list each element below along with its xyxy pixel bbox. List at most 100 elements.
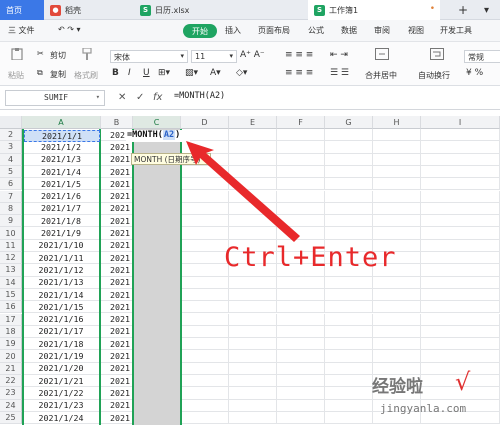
cell-empty[interactable]	[325, 362, 373, 375]
new-tab-plus-icon[interactable]: +	[452, 0, 472, 20]
font-grow-icon[interactable]: A⁺ A⁻	[240, 50, 265, 60]
cell-empty[interactable]	[421, 264, 500, 277]
cell-empty[interactable]	[325, 338, 373, 351]
row-header[interactable]: 5	[0, 165, 22, 179]
cut-button[interactable]: 剪切	[50, 50, 66, 61]
cell-empty[interactable]	[181, 178, 229, 191]
cell-empty[interactable]	[181, 215, 229, 228]
menu-formulas[interactable]: 公式	[308, 25, 324, 36]
cell-empty[interactable]	[325, 153, 373, 166]
cell-empty[interactable]	[181, 313, 229, 326]
cell-year[interactable]: 2021	[101, 153, 133, 166]
cell-year[interactable]: 2021	[101, 375, 133, 388]
cell-year[interactable]: 2021	[101, 239, 133, 252]
cell-empty[interactable]	[325, 399, 373, 412]
row-header[interactable]: 3	[0, 141, 22, 154]
row-header[interactable]: 10	[0, 227, 22, 240]
row-header[interactable]: 12	[0, 252, 22, 265]
cell-empty[interactable]	[373, 276, 421, 289]
format-painter-label[interactable]: 格式刷	[74, 70, 98, 81]
row-header[interactable]: 4	[0, 153, 22, 166]
cell-empty[interactable]	[229, 362, 277, 375]
cell-empty[interactable]	[277, 362, 325, 375]
formula-input[interactable]: =MONTH(A2)	[174, 91, 225, 101]
cell-empty[interactable]	[229, 276, 277, 289]
cell-empty[interactable]	[277, 141, 325, 154]
cell-empty[interactable]	[277, 227, 325, 240]
cell-empty[interactable]	[277, 313, 325, 326]
cancel-icon[interactable]: ✕	[118, 92, 126, 103]
menu-file[interactable]: 三 文件	[8, 25, 35, 36]
row-header[interactable]: 9	[0, 215, 22, 228]
cell-empty[interactable]	[229, 399, 277, 412]
cell-empty[interactable]	[373, 202, 421, 216]
cell-empty[interactable]	[229, 301, 277, 314]
tab-home[interactable]: 首页	[0, 0, 44, 20]
cell-empty[interactable]	[181, 301, 229, 314]
undo-icon[interactable]: ↶ ↷ ▾	[58, 25, 81, 34]
cell-empty[interactable]	[421, 153, 500, 166]
cell-empty[interactable]	[229, 375, 277, 388]
merge-center-icon[interactable]	[375, 48, 389, 60]
cell-empty[interactable]	[229, 325, 277, 339]
row-header[interactable]: 24	[0, 399, 22, 412]
cell-empty[interactable]	[373, 178, 421, 191]
cell-empty[interactable]	[325, 202, 373, 216]
row-header[interactable]: 14	[0, 276, 22, 289]
cell-year[interactable]: 2021	[101, 202, 133, 216]
cell-empty[interactable]	[181, 276, 229, 289]
cell-empty[interactable]	[181, 252, 229, 265]
cell-empty[interactable]	[325, 411, 373, 425]
cell-empty[interactable]	[373, 165, 421, 179]
cell-empty[interactable]	[421, 165, 500, 179]
cell-empty[interactable]	[421, 338, 500, 351]
row-header[interactable]: 11	[0, 239, 22, 252]
confirm-icon[interactable]: ✓	[136, 92, 144, 103]
menu-view[interactable]: 视图	[408, 25, 424, 36]
currency-icon[interactable]: ¥ %	[466, 68, 483, 78]
row-header[interactable]: 17	[0, 313, 22, 326]
copy-icon[interactable]: ⧉	[37, 68, 43, 78]
cell-empty[interactable]	[181, 165, 229, 179]
cell-empty[interactable]	[325, 227, 373, 240]
italic-icon[interactable]: I	[128, 68, 131, 78]
cell-empty[interactable]	[421, 276, 500, 289]
column-header-f[interactable]: F	[277, 116, 325, 129]
cell-empty[interactable]	[277, 190, 325, 203]
cell-empty[interactable]	[229, 129, 277, 142]
cell-empty[interactable]	[229, 141, 277, 154]
cell-empty[interactable]	[325, 325, 373, 339]
cell-year[interactable]: 2021	[101, 362, 133, 375]
cell-year[interactable]: 2021	[101, 325, 133, 339]
cell-empty[interactable]	[181, 338, 229, 351]
cell-empty[interactable]	[181, 141, 229, 154]
cell-year[interactable]: 2021	[101, 399, 133, 412]
column-header-a[interactable]: A	[22, 116, 101, 129]
cell-empty[interactable]	[325, 350, 373, 363]
cell-empty[interactable]	[373, 190, 421, 203]
merge-center-button[interactable]: 合并居中	[365, 70, 397, 81]
cell-empty[interactable]	[325, 141, 373, 154]
cell-empty[interactable]	[277, 301, 325, 314]
cell-year[interactable]: 2021	[101, 338, 133, 351]
insert-function-icon[interactable]: fx	[153, 92, 162, 103]
bold-icon[interactable]: B	[112, 68, 119, 78]
cell-empty[interactable]	[229, 387, 277, 400]
cell-empty[interactable]	[277, 399, 325, 412]
cell-empty[interactable]	[325, 129, 373, 142]
cell-empty[interactable]	[325, 301, 373, 314]
cell-empty[interactable]	[325, 288, 373, 302]
cell-a2[interactable]: 2021/1/1	[24, 130, 100, 142]
cell-empty[interactable]	[373, 215, 421, 228]
menu-home-start[interactable]: 开始	[183, 24, 217, 38]
cell-empty[interactable]	[325, 387, 373, 400]
wrap-text-button[interactable]: 自动换行	[418, 70, 450, 81]
cell-year[interactable]: 2021	[101, 141, 133, 154]
cell-empty[interactable]	[181, 264, 229, 277]
cell-empty[interactable]	[325, 190, 373, 203]
align-top-icon[interactable]: ≡ ≡ ≡	[285, 50, 313, 60]
column-header-i[interactable]: I	[421, 116, 500, 129]
align-left-icon[interactable]: ≡ ≡ ≡	[285, 68, 313, 78]
cell-empty[interactable]	[181, 411, 229, 425]
row-header[interactable]: 15	[0, 288, 22, 302]
